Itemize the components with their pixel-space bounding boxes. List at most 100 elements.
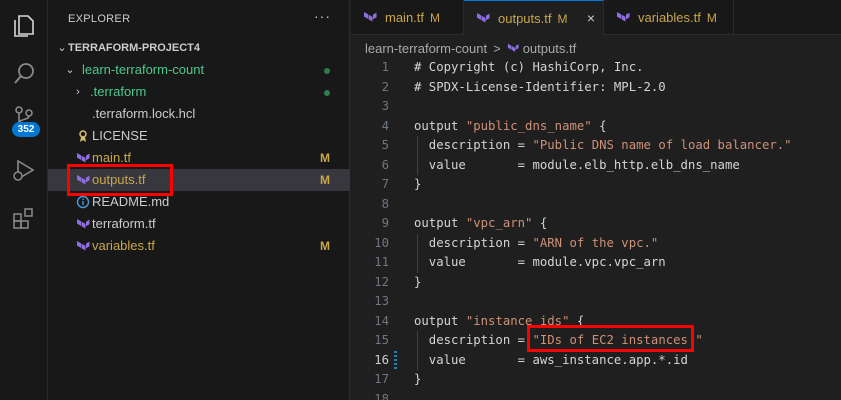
terraform-icon: [507, 43, 519, 52]
code-line[interactable]: 6 value = module.elb_http.elb_dns_name: [351, 155, 841, 175]
code-line[interactable]: 9 output "vpc_arn" {: [351, 214, 841, 234]
info-icon: [76, 195, 90, 209]
code-line[interactable]: 3: [351, 97, 841, 117]
code-text: description = "IDs of EC2 instances.": [414, 333, 703, 347]
code-line[interactable]: 4 output "public_dns_name" {: [351, 117, 841, 137]
code-text: # Copyright (c) HashiCorp, Inc.: [414, 60, 644, 74]
code-text: }: [414, 177, 422, 191]
tab-outputs-tf[interactable]: outputs.tf M ×: [464, 0, 604, 35]
code-text: output "vpc_arn" {: [414, 216, 548, 230]
line-number: 6: [381, 157, 389, 172]
file-icon: [76, 107, 90, 121]
code-text: description = "Public DNS name of load b…: [414, 138, 792, 152]
terraform-icon: [477, 13, 490, 23]
code-line[interactable]: 1 # Copyright (c) HashiCorp, Inc.: [351, 58, 841, 78]
code-editor[interactable]: 1 # Copyright (c) HashiCorp, Inc. 2 # SPDX-…: [351, 58, 841, 400]
terraform-icon: [77, 153, 90, 163]
code-text: output "public_dns_name" {: [414, 118, 607, 133]
tree-item[interactable]: terraform.tf: [48, 213, 350, 235]
line-number: 4: [381, 118, 389, 133]
terraform-icon: [77, 219, 90, 229]
line-number: 15: [374, 333, 389, 347]
tab-bar: main.tf M outputs.tf M × variables.tf M: [351, 0, 841, 35]
tab-label: variables.tf: [638, 10, 701, 25]
tree-item[interactable]: variables.tf M: [48, 235, 350, 257]
tree-item-label: .terraform: [90, 84, 147, 99]
code-line[interactable]: 7}: [351, 175, 841, 195]
code-line[interactable]: 13: [351, 292, 841, 312]
line-number: 2: [381, 79, 389, 94]
git-modified-flag: M: [320, 239, 330, 253]
tree-item-label: terraform.tf: [92, 216, 156, 231]
code-text: description = "ARN of the vpc.": [414, 235, 659, 250]
breadcrumb-folder[interactable]: learn-terraform-count: [365, 41, 487, 56]
run-debug-icon[interactable]: [10, 156, 38, 184]
breadcrumb: learn-terraform-count > outputs.tf: [365, 39, 576, 59]
tab-main-tf[interactable]: main.tf M: [351, 0, 464, 35]
terraform-icon: [77, 175, 90, 185]
code-line[interactable]: 11 value = module.vpc.vpc_arn: [351, 253, 841, 273]
git-change-marker: [394, 350, 397, 370]
tree-item[interactable]: › .terraform: [48, 81, 350, 103]
explorer-icon[interactable]: [10, 12, 38, 40]
tab-label: outputs.tf: [498, 11, 552, 26]
git-modified-flag: M: [320, 151, 330, 165]
chevron-down-icon: ⌄: [57, 42, 67, 54]
tab-modified-flag: M: [557, 12, 568, 26]
editor-area: main.tf M outputs.tf M × variables.tf M lea…: [351, 0, 841, 400]
code-line[interactable]: 14 output "instance_ids" {: [351, 312, 841, 332]
git-modified-flag: M: [320, 173, 330, 187]
line-number: 10: [374, 235, 389, 250]
tree-item[interactable]: outputs.tf M: [48, 169, 350, 191]
breadcrumb-file[interactable]: outputs.tf: [523, 41, 576, 56]
tree-item-label: .terraform.lock.hcl: [92, 106, 196, 121]
project-root[interactable]: ⌄ TERRAFORM-PROJECT4: [48, 37, 350, 59]
code-text: }: [414, 274, 422, 289]
tree-item[interactable]: LICENSE: [48, 125, 350, 147]
line-number: 8: [381, 196, 389, 211]
code-line[interactable]: 5 description = "Public DNS name of load…: [351, 136, 841, 156]
activity-bar: 352: [0, 0, 48, 400]
code-line[interactable]: 10 description = "ARN of the vpc.": [351, 233, 841, 253]
tree-item[interactable]: .terraform.lock.hcl: [48, 103, 350, 125]
code-line[interactable]: 8: [351, 195, 841, 215]
code-text: output "instance_ids" {: [414, 313, 585, 328]
terraform-icon: [364, 12, 377, 22]
code-text: value = module.elb_http.elb_dns_name: [414, 157, 740, 172]
tree-item[interactable]: main.tf M: [48, 147, 350, 169]
line-number: 11: [374, 255, 389, 269]
code-line[interactable]: 2 # SPDX-License-Identifier: MPL-2.0: [351, 78, 841, 98]
tab-label: main.tf: [385, 10, 425, 25]
line-number: 18: [374, 391, 389, 400]
project-label: TERRAFORM-PROJECT4: [68, 42, 201, 54]
code-line[interactable]: 16 value = aws_instance.app.*.id: [351, 350, 841, 370]
search-icon[interactable]: [10, 60, 38, 88]
code-text: }: [414, 372, 422, 386]
tree-item-label: learn-terraform-count: [82, 62, 205, 77]
tree-item-label: outputs.tf: [92, 172, 146, 187]
line-number: 12: [374, 274, 389, 289]
tree-item-label: variables.tf: [92, 238, 155, 253]
tree-item[interactable]: README.md: [48, 191, 350, 213]
more-actions-icon[interactable]: ···: [314, 8, 331, 24]
code-line[interactable]: 15 description = "IDs of EC2 instances.": [351, 331, 841, 351]
tree-item[interactable]: ⌄ learn-terraform-count: [48, 59, 350, 81]
terraform-icon: [617, 12, 630, 22]
git-status-dot: [324, 90, 330, 96]
explorer-title: EXPLORER: [68, 13, 131, 25]
close-tab-icon[interactable]: ×: [587, 1, 595, 36]
tab-modified-flag: M: [430, 11, 441, 25]
code-line[interactable]: 12}: [351, 273, 841, 293]
code-line[interactable]: 18: [351, 390, 841, 400]
line-number: 1: [381, 60, 389, 74]
code-text: value = module.vpc.vpc_arn: [414, 255, 666, 269]
tree-item-label: main.tf: [92, 150, 132, 165]
chevron-right-icon: ›: [76, 86, 80, 98]
extensions-icon[interactable]: [10, 204, 38, 232]
line-number: 7: [381, 177, 389, 191]
tab-variables-tf[interactable]: variables.tf M: [604, 0, 734, 35]
line-number: 16: [374, 352, 389, 367]
code-line[interactable]: 17}: [351, 370, 841, 390]
tree-item-label: LICENSE: [92, 128, 148, 143]
explorer-sidebar: EXPLORER ··· ⌄ TERRAFORM-PROJECT4 ⌄ learn…: [48, 0, 350, 400]
